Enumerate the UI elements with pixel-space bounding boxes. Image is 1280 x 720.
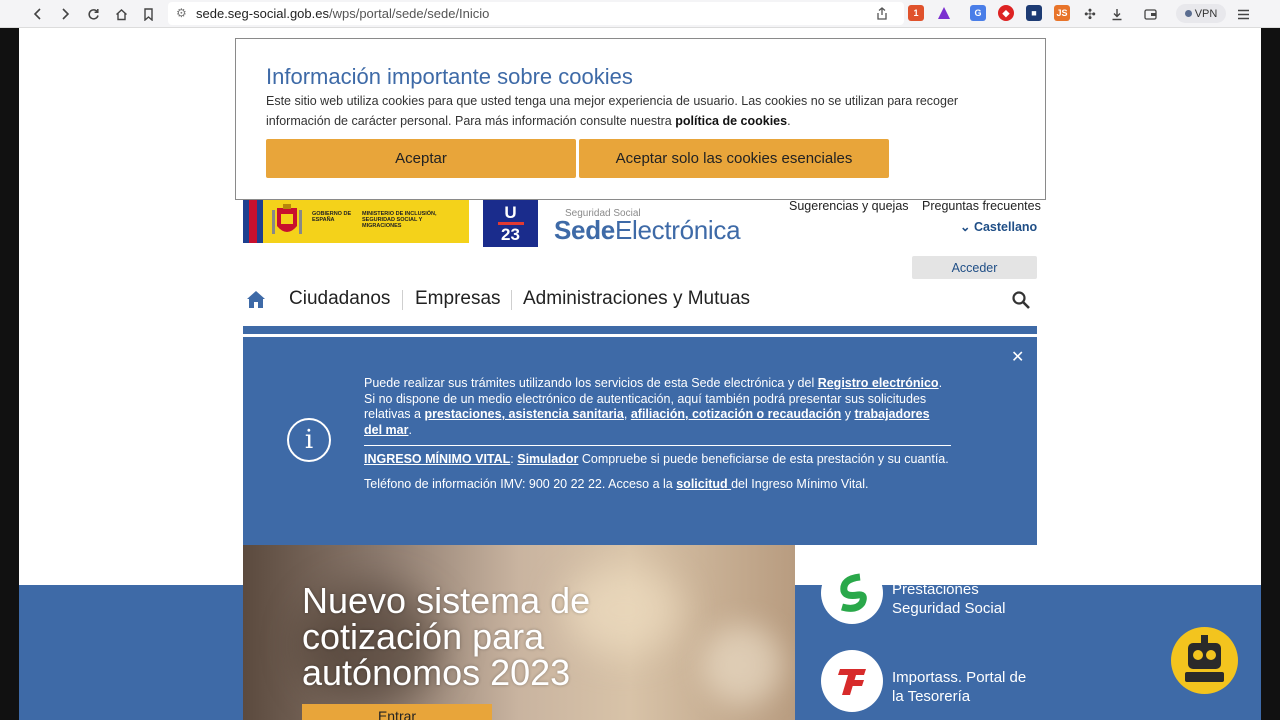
eu-logo[interactable]: U 23 [483, 199, 538, 247]
chevron-down-icon: ⌄ [960, 220, 974, 234]
cookie-policy-link[interactable]: política de cookies [675, 114, 787, 128]
sede-logo[interactable]: SedeElectrónica [554, 215, 741, 246]
info-paragraph-3: Teléfono de información IMV: 900 20 22 2… [364, 477, 951, 493]
screen-border-left [0, 28, 19, 720]
url-text: sede.seg-social.gob.es/wps/portal/sede/s… [196, 6, 490, 21]
address-bar[interactable]: ⚙ sede.seg-social.gob.es/wps/portal/sede… [168, 2, 904, 25]
issa-robot-icon [1171, 627, 1238, 694]
cookie-title: Información importante sobre cookies [266, 64, 633, 89]
home-icon[interactable] [111, 4, 131, 24]
solicitud-link[interactable]: solicitud [676, 477, 731, 491]
prestaciones-label: Prestaciones Seguridad Social [892, 581, 1006, 617]
prestaciones-shortcut[interactable]: Prestaciones Seguridad Social [821, 562, 1041, 624]
extension-icon[interactable]: ■ [1026, 5, 1042, 21]
government-logo[interactable]: GOBIERNO DE ESPAÑA MINISTERIO DE INCLUSI… [243, 200, 469, 243]
info-text-segment: y [841, 407, 855, 421]
close-icon[interactable]: ✕ [1011, 347, 1024, 367]
download-icon[interactable] [1107, 4, 1127, 24]
sede-logo-bold: Sede [554, 215, 615, 245]
info-text-segment: , [623, 407, 631, 421]
hero-bokeh [703, 625, 783, 705]
cookie-text: Este sitio web utiliza cookies para que … [266, 91, 1026, 131]
wallet-icon[interactable] [1140, 4, 1160, 24]
menu-icon[interactable] [1233, 4, 1253, 24]
info-icon: i [287, 418, 331, 462]
share-icon[interactable] [872, 3, 892, 23]
prestaciones-icon [821, 562, 883, 624]
cookie-text-body: Este sitio web utiliza cookies para que … [266, 94, 959, 128]
suggestions-link[interactable]: Sugerencias y quejas [789, 199, 909, 213]
vpn-label: VPN [1194, 7, 1218, 20]
cookie-text-end: . [787, 114, 791, 128]
info-text-segment: del Ingreso Mínimo Vital. [731, 476, 869, 491]
flag-stripe-red [249, 200, 257, 243]
hero-title: Nuevo sistema de cotización para autónom… [302, 580, 591, 693]
back-icon[interactable] [28, 4, 48, 24]
search-icon[interactable] [1011, 290, 1031, 310]
nav-separator [511, 290, 512, 310]
info-divider [364, 445, 951, 446]
browser-toolbar: ⚙ sede.seg-social.gob.es/wps/portal/sede… [0, 0, 1280, 28]
ministry-text: MINISTERIO DE INCLUSIÓN, SEGURIDAD SOCIA… [362, 211, 437, 229]
afiliacion-link[interactable]: afiliación, cotización o recaudación [631, 407, 841, 421]
vpn-icon [1184, 10, 1192, 17]
info-paragraph-2: INGRESO MÍNIMO VITAL: Simulador Comprueb… [364, 452, 951, 468]
extension-icon[interactable]: JS [1054, 5, 1070, 21]
nav-administraciones[interactable]: Administraciones y Mutuas [523, 288, 750, 310]
info-text: Puede realizar sus trámites utilizando l… [364, 376, 951, 492]
nav-underline [243, 326, 1037, 334]
eu-logo-top: U [504, 203, 517, 222]
info-text-segment: Puede realizar sus trámites utilizando l… [364, 376, 818, 390]
importass-label: Importass. Portal de la Tesorería [892, 669, 1027, 705]
hero-enter-button[interactable]: Entrar [302, 704, 492, 720]
reload-icon[interactable] [83, 4, 103, 24]
registro-electronico-link[interactable]: Registro electrónico [818, 376, 939, 390]
hero-banner[interactable]: Nuevo sistema de cotización para autónom… [243, 545, 795, 720]
screen-border-right [1261, 28, 1280, 720]
login-button[interactable]: Acceder [912, 256, 1037, 279]
puzzle-icon[interactable]: ✣ [1080, 4, 1100, 24]
vpn-button[interactable]: VPN [1176, 4, 1226, 23]
coat-of-arms-icon [272, 204, 302, 234]
info-paragraph-1: Puede realizar sus trámites utilizando l… [364, 376, 951, 438]
extension-icon[interactable]: ◆ [998, 5, 1014, 21]
info-text-segment: Teléfono de información IMV: 900 20 22 2… [364, 476, 677, 491]
nav-empresas[interactable]: Empresas [415, 288, 501, 310]
nav-separator [402, 290, 403, 310]
sede-logo-light: Electrónica [614, 215, 741, 245]
home-nav-icon[interactable] [245, 288, 267, 310]
imv-link[interactable]: INGRESO MÍNIMO VITAL [364, 452, 510, 466]
faq-link[interactable]: Preguntas frecuentes [922, 199, 1041, 213]
bookmark-icon[interactable] [138, 4, 158, 24]
cookie-banner: Información importante sobre cookies Est… [235, 38, 1046, 200]
accept-cookies-button[interactable]: Aceptar [266, 139, 576, 178]
importass-icon [821, 650, 883, 712]
prestaciones-link[interactable]: prestaciones, asistencia sanitaria [424, 407, 623, 421]
brave-shield-icon[interactable]: 1 [908, 5, 924, 21]
importass-shortcut[interactable]: Importass. Portal de la Tesorería [821, 650, 1041, 712]
language-label: Castellano [973, 220, 1038, 234]
language-selector[interactable]: ⌄ Castellano [960, 219, 1037, 234]
info-text-segment: . [408, 422, 412, 437]
brave-rewards-icon[interactable] [936, 5, 952, 21]
nav-ciudadanos[interactable]: Ciudadanos [289, 288, 390, 310]
translate-icon[interactable]: G [970, 5, 986, 21]
info-text-segment: Compruebe si puede beneficiarse de esta … [578, 452, 949, 466]
gov-text: GOBIERNO DE ESPAÑA [312, 211, 352, 223]
eu-logo-bottom: 23 [501, 225, 520, 244]
site-settings-icon[interactable]: ⚙ [176, 6, 187, 20]
accept-essential-cookies-button[interactable]: Aceptar solo las cookies esenciales [579, 139, 889, 178]
forward-icon[interactable] [55, 4, 75, 24]
info-panel: ✕ i Puede realizar sus trámites utilizan… [243, 337, 1037, 545]
simulador-link[interactable]: Simulador [517, 452, 578, 466]
